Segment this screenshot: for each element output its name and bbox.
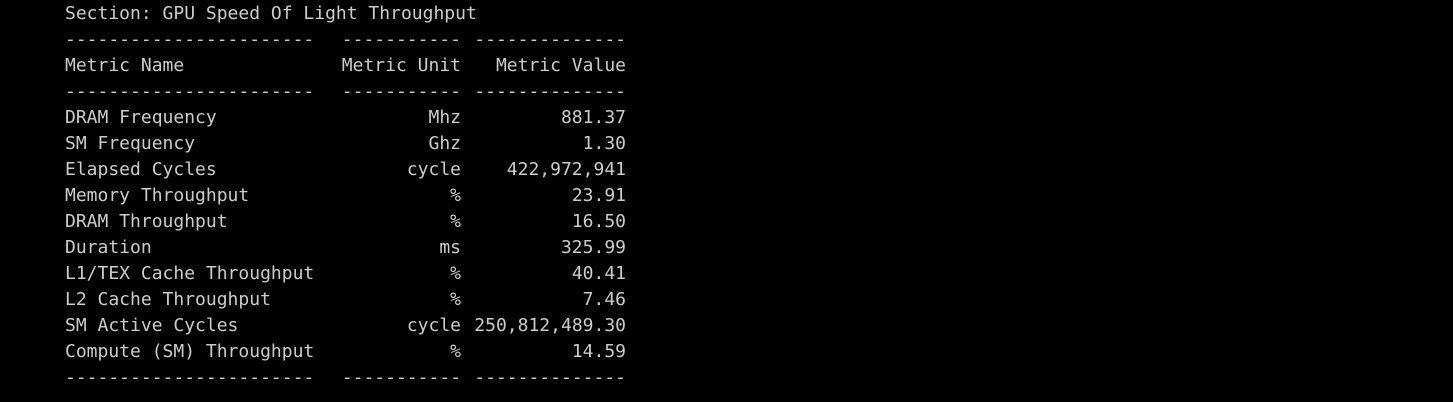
table-row: Elapsed Cycles cycle 422,972,941 xyxy=(65,157,626,183)
table-row: L1/TEX Cache Throughput% 40.41 xyxy=(65,261,626,287)
metric-name: SM Active Cycles xyxy=(65,315,239,336)
terminal-output[interactable]: Section: GPU Speed Of Light Throughput -… xyxy=(0,0,1453,402)
metric-unit: cycle xyxy=(406,315,461,336)
metric-value: 7.46 xyxy=(582,289,626,310)
metric-value: 325.99 xyxy=(560,237,626,258)
divider-unit: ----------- xyxy=(341,81,461,102)
table-row: SM Frequency Ghz 1.30 xyxy=(65,131,626,157)
header-metric-unit: Metric Unit xyxy=(341,55,461,76)
metric-name: Memory Throughput xyxy=(65,185,250,206)
table-row: DRAM Frequency Mhz 881.37 xyxy=(65,105,626,131)
divider-name: ----------------------- xyxy=(65,367,315,388)
metrics-report: Section: GPU Speed Of Light Throughput -… xyxy=(65,1,626,391)
metric-name: L2 Cache Throughput xyxy=(65,289,271,310)
metric-name: Duration xyxy=(65,237,152,258)
metric-value: 881.37 xyxy=(560,107,626,128)
table-row: SM Active Cycles cycle 250,812,489.30 xyxy=(65,313,626,339)
section-title: Section: GPU Speed Of Light Throughput xyxy=(65,3,477,24)
table-row: Memory Throughput% 23.91 xyxy=(65,183,626,209)
header-metric-value: Metric Value xyxy=(495,55,626,76)
metric-name: Elapsed Cycles xyxy=(65,159,217,180)
table-row: L2 Cache Throughput% 7.46 xyxy=(65,287,626,313)
divider-value: -------------- xyxy=(474,81,626,102)
divider-name: ----------------------- xyxy=(65,81,315,102)
metric-name: L1/TEX Cache Throughput xyxy=(65,263,315,284)
metric-unit: % xyxy=(450,289,461,310)
metric-value: 422,972,941 xyxy=(506,159,626,180)
table-divider-bottom: ----------------------- ----------- ------… xyxy=(65,365,626,391)
metric-unit: Mhz xyxy=(428,107,461,128)
metric-value: 40.41 xyxy=(571,263,626,284)
divider-name: ----------------------- xyxy=(65,29,315,50)
table-divider-header: ----------------------- ----------- ------… xyxy=(65,79,626,105)
metric-name: DRAM Throughput xyxy=(65,211,228,232)
header-metric-name: Metric Name xyxy=(65,55,185,76)
metric-name: DRAM Frequency xyxy=(65,107,217,128)
metric-unit: % xyxy=(450,341,461,362)
metric-unit: cycle xyxy=(406,159,461,180)
metric-unit: % xyxy=(450,211,461,232)
table-header: Metric Name Metric Unit Metric Value xyxy=(65,53,626,79)
table-divider-top: ----------------------- ----------- ------… xyxy=(65,27,626,53)
divider-value: -------------- xyxy=(474,367,626,388)
metric-value: 1.30 xyxy=(582,133,626,154)
metric-unit: % xyxy=(450,185,461,206)
metric-value: 250,812,489.30 xyxy=(474,315,626,336)
divider-value: -------------- xyxy=(474,29,626,50)
metric-unit: ms xyxy=(439,237,461,258)
metric-unit: Ghz xyxy=(428,133,461,154)
divider-unit: ----------- xyxy=(341,29,461,50)
metric-value: 16.50 xyxy=(571,211,626,232)
metric-value: 14.59 xyxy=(571,341,626,362)
metric-unit: % xyxy=(450,263,461,284)
table-row: Duration ms 325.99 xyxy=(65,235,626,261)
metric-name: Compute (SM) Throughput xyxy=(65,341,315,362)
metric-name: SM Frequency xyxy=(65,133,196,154)
divider-unit: ----------- xyxy=(341,367,461,388)
table-row: DRAM Throughput% 16.50 xyxy=(65,209,626,235)
metric-value: 23.91 xyxy=(571,185,626,206)
table-row: Compute (SM) Throughput% 14.59 xyxy=(65,339,626,365)
